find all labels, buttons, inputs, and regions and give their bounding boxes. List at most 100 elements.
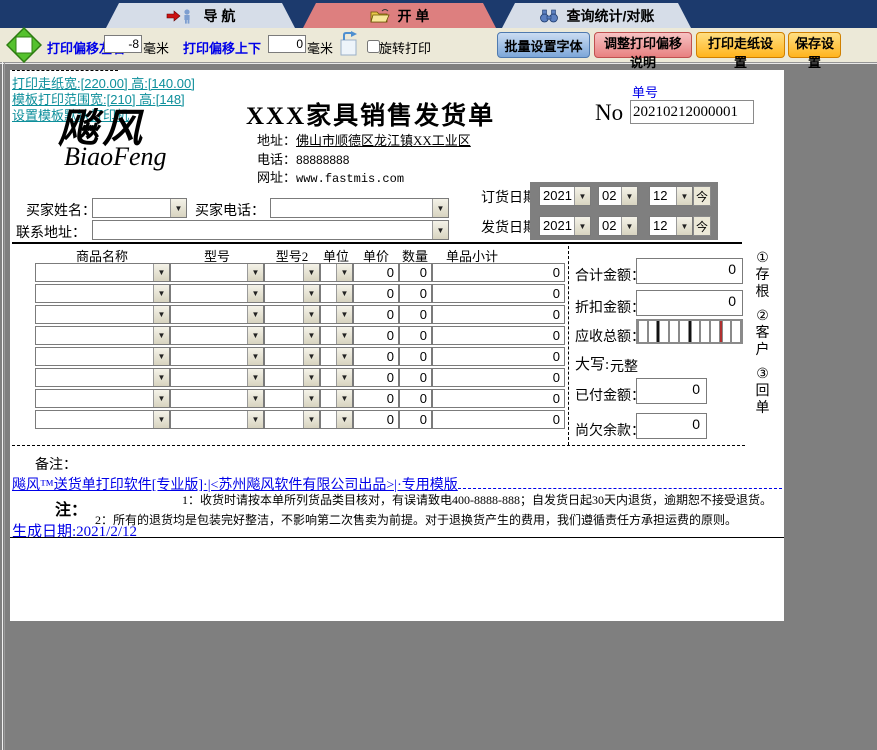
total-amount-value[interactable]: 0	[636, 258, 743, 284]
batch-font-button[interactable]: 批量设置字体	[497, 32, 590, 58]
item-combo[interactable]: ▼	[320, 263, 353, 282]
item-value[interactable]: 0	[432, 284, 565, 303]
item-combo[interactable]: ▼	[264, 368, 320, 387]
item-combo[interactable]: ▼	[264, 284, 320, 303]
chevron-down-icon: ▼	[574, 217, 590, 235]
offset-lr-input[interactable]	[104, 35, 142, 53]
chevron-down-icon: ▼	[303, 369, 319, 386]
item-combo[interactable]: ▼	[320, 368, 353, 387]
order-year-select[interactable]: 2021 ▼	[539, 186, 591, 206]
tab-create-order[interactable]: 开 单	[303, 3, 496, 28]
item-value[interactable]: 0	[399, 305, 432, 324]
item-combo[interactable]: ▼	[264, 410, 320, 429]
footer-divider-dashed	[12, 445, 745, 446]
item-value[interactable]: 0	[399, 263, 432, 282]
item-combo[interactable]: ▼	[264, 326, 320, 345]
amount-digit-cell	[670, 321, 678, 342]
save-settings-button[interactable]: 保存设置	[788, 32, 841, 70]
paid-amount-value[interactable]: 0	[636, 378, 707, 404]
tab-label: 导 航	[203, 7, 236, 24]
footer-solid-line	[10, 537, 784, 538]
item-combo[interactable]: ▼	[35, 410, 170, 429]
paper-setup-button[interactable]: 打印走纸设置	[696, 32, 785, 70]
item-value[interactable]: 0	[353, 347, 399, 366]
item-value[interactable]: 0	[432, 410, 565, 429]
item-value[interactable]: 0	[353, 368, 399, 387]
discount-amount-value[interactable]: 0	[636, 290, 743, 316]
item-combo[interactable]: ▼	[320, 305, 353, 324]
offset-help-button[interactable]: 调整打印偏移说明	[594, 32, 692, 70]
item-value[interactable]: 0	[353, 326, 399, 345]
item-combo[interactable]: ▼	[170, 305, 264, 324]
item-value[interactable]: 0	[432, 389, 565, 408]
item-combo[interactable]: ▼	[320, 326, 353, 345]
chevron-down-icon: ▼	[247, 411, 263, 428]
item-combo[interactable]: ▼	[264, 305, 320, 324]
item-value[interactable]: 0	[399, 347, 432, 366]
item-value[interactable]: 0	[432, 326, 565, 345]
discount-amount-label: 折扣金额：	[575, 301, 645, 316]
tab-query-statistics[interactable]: 查询统计/对账	[502, 3, 691, 28]
item-value[interactable]: 0	[399, 410, 432, 429]
item-value[interactable]: 0	[432, 368, 565, 387]
item-value[interactable]: 0	[353, 389, 399, 408]
order-day-select[interactable]: 12 ▼	[649, 186, 693, 206]
tab-navigation[interactable]: 导 航	[106, 3, 295, 28]
item-value[interactable]: 0	[432, 347, 565, 366]
amount-in-words-value: 元整	[610, 360, 638, 375]
buyer-name-label: 买家姓名：	[26, 204, 96, 219]
buyer-phone-select[interactable]: ▼	[270, 198, 449, 218]
item-value[interactable]: 0	[353, 410, 399, 429]
offset-lr-unit: 毫米	[143, 41, 170, 56]
item-combo[interactable]: ▼	[35, 284, 170, 303]
chevron-down-icon: ▼	[303, 264, 319, 281]
item-value[interactable]: 0	[432, 305, 565, 324]
item-value[interactable]: 0	[353, 284, 399, 303]
offset-tb-input[interactable]	[268, 35, 306, 53]
item-combo[interactable]: ▼	[35, 347, 170, 366]
item-combo[interactable]: ▼	[170, 368, 264, 387]
chevron-down-icon: ▼	[574, 187, 590, 205]
item-value[interactable]: 0	[432, 263, 565, 282]
order-date-label: 订货日期	[481, 191, 537, 206]
item-combo[interactable]: ▼	[35, 263, 170, 282]
order-no-input[interactable]	[630, 100, 754, 124]
item-combo[interactable]: ▼	[35, 326, 170, 345]
item-combo[interactable]: ▼	[320, 410, 353, 429]
copy-strip-glyph: 回	[755, 384, 770, 399]
item-combo[interactable]: ▼	[35, 368, 170, 387]
item-value[interactable]: 0	[399, 284, 432, 303]
contact-address-select[interactable]: ▼	[92, 220, 449, 240]
item-combo[interactable]: ▼	[170, 326, 264, 345]
item-combo[interactable]: ▼	[320, 389, 353, 408]
chevron-down-icon: ▼	[153, 264, 169, 281]
item-combo[interactable]: ▼	[170, 410, 264, 429]
amount-digit-cell	[679, 321, 688, 342]
item-combo[interactable]: ▼	[35, 305, 170, 324]
item-value[interactable]: 0	[353, 305, 399, 324]
item-combo[interactable]: ▼	[170, 284, 264, 303]
item-value[interactable]: 0	[399, 389, 432, 408]
ship-month-select[interactable]: 02 ▼	[598, 216, 638, 236]
item-value[interactable]: 0	[353, 263, 399, 282]
item-combo[interactable]: ▼	[320, 347, 353, 366]
item-combo[interactable]: ▼	[264, 263, 320, 282]
item-combo[interactable]: ▼	[170, 347, 264, 366]
item-combo[interactable]: ▼	[170, 389, 264, 408]
item-combo[interactable]: ▼	[170, 263, 264, 282]
item-value[interactable]: 0	[399, 368, 432, 387]
order-today-button[interactable]: 今	[693, 186, 711, 206]
ship-year-select[interactable]: 2021 ▼	[539, 216, 591, 236]
ship-today-button[interactable]: 今	[693, 216, 711, 236]
item-combo[interactable]: ▼	[264, 389, 320, 408]
ship-day-select[interactable]: 12 ▼	[649, 216, 693, 236]
software-credit-dashes	[457, 478, 782, 489]
buyer-name-select[interactable]: ▼	[92, 198, 187, 218]
order-month-select[interactable]: 02 ▼	[598, 186, 638, 206]
item-combo[interactable]: ▼	[264, 347, 320, 366]
balance-due-value[interactable]: 0	[636, 413, 707, 439]
item-combo[interactable]: ▼	[35, 389, 170, 408]
item-value[interactable]: 0	[399, 326, 432, 345]
app-window: 导 航 开 单 查询统计/对账 打印偏移左右 -8 毫米 打印偏移上下 0 毫米…	[0, 0, 877, 750]
item-combo[interactable]: ▼	[320, 284, 353, 303]
